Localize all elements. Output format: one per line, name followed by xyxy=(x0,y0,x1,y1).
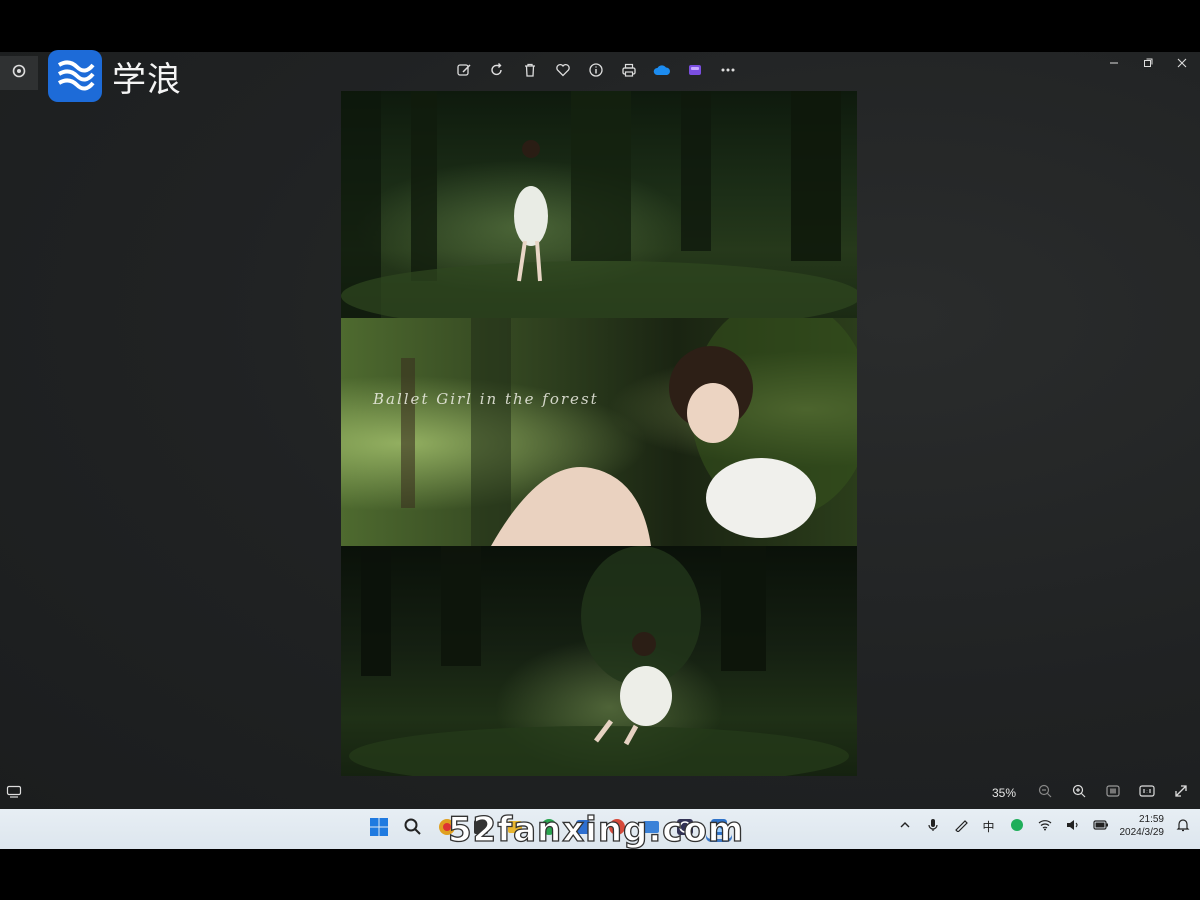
start-button[interactable] xyxy=(366,816,392,842)
rotate-icon xyxy=(489,62,505,83)
search-icon xyxy=(403,817,423,842)
letterbox-top xyxy=(0,0,1200,52)
app-icon xyxy=(1010,818,1024,835)
clock-time: 21:59 xyxy=(1138,814,1164,825)
close-icon xyxy=(1177,55,1187,73)
zoom-in-icon xyxy=(1072,784,1086,803)
favorite-button[interactable] xyxy=(551,60,575,84)
microphone-icon xyxy=(927,818,939,835)
notifications-button[interactable] xyxy=(1174,817,1192,835)
xuelang-logo-icon xyxy=(48,50,102,102)
zoom-in-button[interactable] xyxy=(1068,782,1090,804)
filmstrip-icon xyxy=(6,785,22,802)
battery-icon xyxy=(1092,819,1109,833)
heart-icon xyxy=(555,62,571,83)
fit-window-icon xyxy=(1106,784,1120,802)
window-controls xyxy=(1104,54,1192,74)
windows-logo-icon xyxy=(369,817,389,842)
fullscreen-button[interactable] xyxy=(1170,782,1192,804)
more-button[interactable] xyxy=(716,60,740,84)
chevron-up-icon xyxy=(899,819,911,834)
wifi-icon xyxy=(1038,819,1052,834)
photo-panel-forest-standing xyxy=(341,91,857,318)
tray-overflow-button[interactable] xyxy=(896,817,914,835)
print-icon xyxy=(621,62,637,83)
more-icon xyxy=(720,62,736,83)
actual-size-button[interactable] xyxy=(1136,782,1158,804)
info-button[interactable] xyxy=(584,60,608,84)
tray-app-green[interactable] xyxy=(1008,817,1026,835)
photos-viewer-window: 学浪 Ballet Girl in the forest 35% xyxy=(0,50,1200,809)
zoom-out-icon xyxy=(1038,784,1052,803)
site-watermark: 52fanxing.com xyxy=(447,809,745,850)
rotate-button[interactable] xyxy=(485,60,509,84)
photo-panel-portrait: Ballet Girl in the forest xyxy=(341,318,857,546)
brand-watermark: 学浪 xyxy=(48,50,182,102)
onedrive-cloud-icon xyxy=(653,63,671,82)
onedrive-button[interactable] xyxy=(650,60,674,84)
search-button[interactable] xyxy=(400,816,426,842)
close-button[interactable] xyxy=(1172,54,1192,74)
app-menu-button[interactable] xyxy=(0,56,38,90)
ime-button[interactable]: 中 xyxy=(980,817,998,835)
zoom-out-button[interactable] xyxy=(1034,782,1056,804)
edit-button[interactable] xyxy=(452,60,476,84)
pen-icon xyxy=(954,818,968,835)
photo-panel-sitting xyxy=(341,546,857,776)
volume-button[interactable] xyxy=(1064,817,1082,835)
zoom-level: 35% xyxy=(991,786,1016,800)
volume-icon xyxy=(1066,819,1080,834)
print-button[interactable] xyxy=(617,60,641,84)
viewer-toolbar xyxy=(452,60,740,84)
clock-date: 2024/3/29 xyxy=(1119,827,1165,838)
clipchamp-button[interactable] xyxy=(683,60,707,84)
restore-icon xyxy=(1143,55,1153,73)
photo-canvas[interactable]: Ballet Girl in the forest xyxy=(341,91,857,776)
system-tray: 中 21:59 2024/3/29 xyxy=(896,813,1193,839)
bell-icon xyxy=(1176,818,1190,835)
edit-icon xyxy=(456,62,472,83)
info-icon xyxy=(588,62,604,83)
actual-size-icon xyxy=(1139,784,1155,802)
image-caption-script: Ballet Girl in the forest xyxy=(373,390,599,408)
delete-icon xyxy=(522,62,538,83)
restore-button[interactable] xyxy=(1138,54,1158,74)
pen-button[interactable] xyxy=(952,817,970,835)
fit-to-window-button[interactable] xyxy=(1102,782,1124,804)
delete-button[interactable] xyxy=(518,60,542,84)
windows-taskbar: 52fanxing.com 中 21:59 2024/3/29 xyxy=(0,809,1200,851)
zoom-controls: 35% xyxy=(992,782,1192,804)
minimize-button[interactable] xyxy=(1104,54,1124,74)
brand-name: 学浪 xyxy=(112,59,182,100)
clock[interactable]: 21:59 2024/3/29 xyxy=(1120,813,1165,839)
filmstrip-button[interactable] xyxy=(6,784,22,803)
viewer-status-bar: 35% xyxy=(0,776,1200,809)
clipchamp-icon xyxy=(687,62,703,83)
expand-icon xyxy=(1174,784,1188,803)
photos-app-icon xyxy=(12,64,26,83)
minimize-icon xyxy=(1109,55,1119,73)
microphone-button[interactable] xyxy=(924,817,942,835)
letterbox-bottom xyxy=(0,849,1200,900)
battery-button[interactable] xyxy=(1092,817,1110,835)
wifi-button[interactable] xyxy=(1036,817,1054,835)
